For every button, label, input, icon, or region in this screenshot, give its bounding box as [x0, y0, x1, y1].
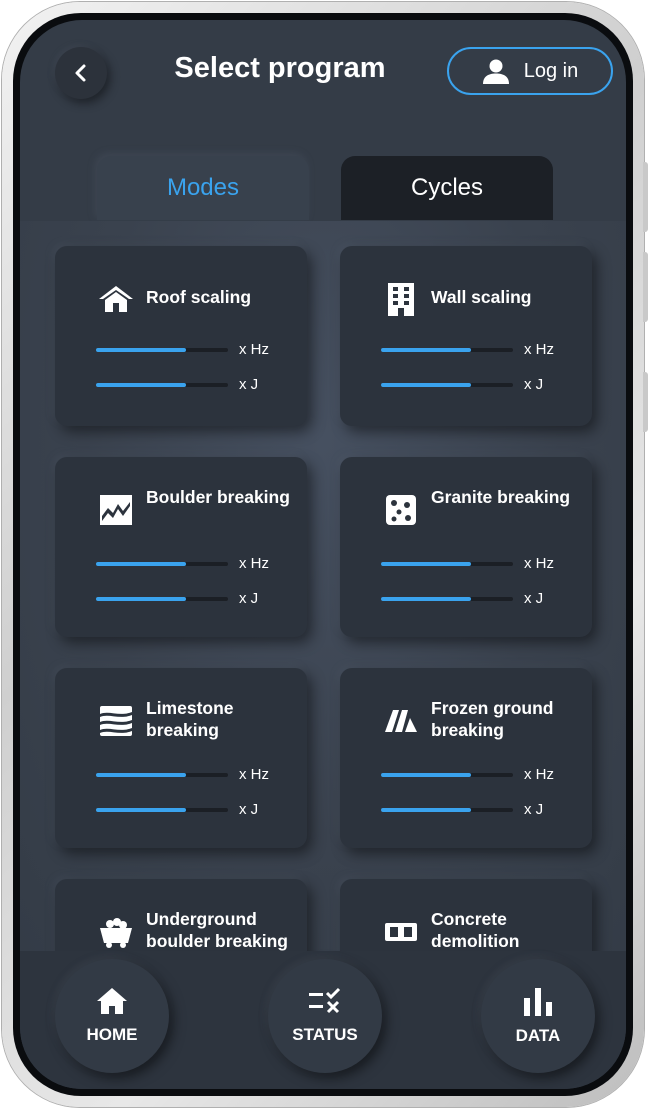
card-title: Granite breaking — [431, 487, 571, 507]
frequency-label: x Hz — [524, 766, 554, 783]
phone-frame: Select program Log in Modes Cycles Roof … — [2, 2, 648, 1107]
program-card-concrete-demolition[interactable]: Concrete demolition — [340, 879, 592, 951]
card-title: Frozen ground breaking — [431, 698, 554, 740]
phone-bezel: Select program Log in Modes Cycles Roof … — [13, 13, 633, 1096]
energy-label: x J — [524, 376, 544, 393]
power-button — [643, 372, 648, 432]
frequency-bar — [96, 773, 228, 777]
volume-down-button — [643, 252, 648, 322]
app-header: Select program Log in — [20, 20, 626, 170]
energy-label: x J — [239, 590, 259, 607]
house-icon — [97, 282, 135, 316]
frequency-bar-fill — [381, 773, 471, 777]
building-icon — [382, 282, 420, 316]
frequency-bar — [381, 562, 513, 566]
nav-home-label: HOME — [86, 1025, 138, 1044]
energy-bar — [96, 808, 228, 812]
frequency-bar — [96, 562, 228, 566]
program-card-boulder-breaking[interactable]: Boulder breaking x Hz x J — [55, 457, 307, 637]
energy-label: x J — [524, 801, 544, 818]
login-button[interactable]: Log in — [447, 47, 613, 95]
nav-data-label: DATA — [515, 1026, 561, 1045]
card-title: Concrete demolition — [431, 909, 520, 951]
card-title: Boulder breaking — [146, 487, 290, 507]
frequency-bar — [381, 348, 513, 352]
program-card-limestone-breaking[interactable]: Limestone breaking x Hz x J — [55, 668, 307, 848]
frequency-label: x Hz — [524, 341, 554, 358]
frequency-label: x Hz — [239, 341, 269, 358]
card-title: Wall scaling — [431, 287, 532, 307]
nav-home-button[interactable]: HOME — [55, 959, 169, 1073]
home-icon — [97, 988, 127, 1014]
energy-bar-fill — [381, 808, 471, 812]
energy-bar — [381, 808, 513, 812]
nav-status-label: STATUS — [292, 1025, 358, 1044]
tab-modes[interactable]: Modes — [97, 156, 309, 220]
nav-data-button[interactable]: DATA — [481, 959, 595, 1073]
frequency-label: x Hz — [239, 766, 269, 783]
layers-icon — [97, 704, 135, 738]
energy-bar — [96, 383, 228, 387]
mine-cart-icon — [97, 915, 135, 949]
card-title: Roof scaling — [146, 287, 252, 307]
frequency-label: x Hz — [524, 555, 554, 572]
energy-bar-fill — [96, 383, 186, 387]
program-card-roof-scaling[interactable]: Roof scaling x Hz x J — [55, 246, 307, 426]
app-screen: Select program Log in Modes Cycles Roof … — [20, 20, 626, 1089]
back-button[interactable] — [55, 47, 107, 99]
frequency-label: x Hz — [239, 555, 269, 572]
program-card-wall-scaling[interactable]: Wall scaling x Hz x J — [340, 246, 592, 426]
energy-label: x J — [524, 590, 544, 607]
frequency-bar-fill — [96, 562, 186, 566]
login-label: Log in — [523, 59, 579, 82]
ice-icon — [382, 704, 420, 738]
dice-icon — [382, 493, 420, 527]
user-icon — [482, 59, 509, 84]
energy-bar — [381, 597, 513, 601]
energy-label: x J — [239, 801, 259, 818]
program-card-granite-breaking[interactable]: Granite breaking x Hz x J — [340, 457, 592, 637]
energy-bar — [381, 383, 513, 387]
energy-bar — [96, 597, 228, 601]
card-title: Limestone breaking — [146, 698, 234, 740]
page-title: Select program — [174, 52, 386, 84]
frequency-bar-fill — [381, 562, 471, 566]
frequency-bar-fill — [96, 773, 186, 777]
boulder-icon — [97, 493, 135, 527]
frequency-bar-fill — [96, 348, 186, 352]
bar-chart-icon — [524, 988, 552, 1016]
energy-bar-fill — [96, 597, 186, 601]
frequency-bar — [381, 773, 513, 777]
nav-status-button[interactable]: STATUS — [268, 959, 382, 1073]
mode-tabs: Modes Cycles — [20, 156, 626, 222]
card-title: Underground boulder breaking — [146, 909, 288, 951]
energy-bar-fill — [96, 808, 186, 812]
status-icon — [309, 987, 341, 1014]
volume-up-button — [643, 162, 648, 232]
program-card-frozen-ground-breaking[interactable]: Frozen ground breaking x Hz x J — [340, 668, 592, 848]
frequency-bar-fill — [381, 348, 471, 352]
tab-cycles[interactable]: Cycles — [341, 156, 553, 220]
chevron-left-icon — [75, 64, 86, 82]
program-card-underground-boulder-breaking[interactable]: Underground boulder breaking — [55, 879, 307, 951]
program-grid: Roof scaling x Hz x J Wall scaling x Hz … — [20, 221, 626, 951]
concrete-icon — [382, 915, 420, 949]
energy-label: x J — [239, 376, 259, 393]
energy-bar-fill — [381, 597, 471, 601]
frequency-bar — [96, 348, 228, 352]
bottom-navigation: HOME STATUS DATA — [20, 951, 626, 1089]
energy-bar-fill — [381, 383, 471, 387]
